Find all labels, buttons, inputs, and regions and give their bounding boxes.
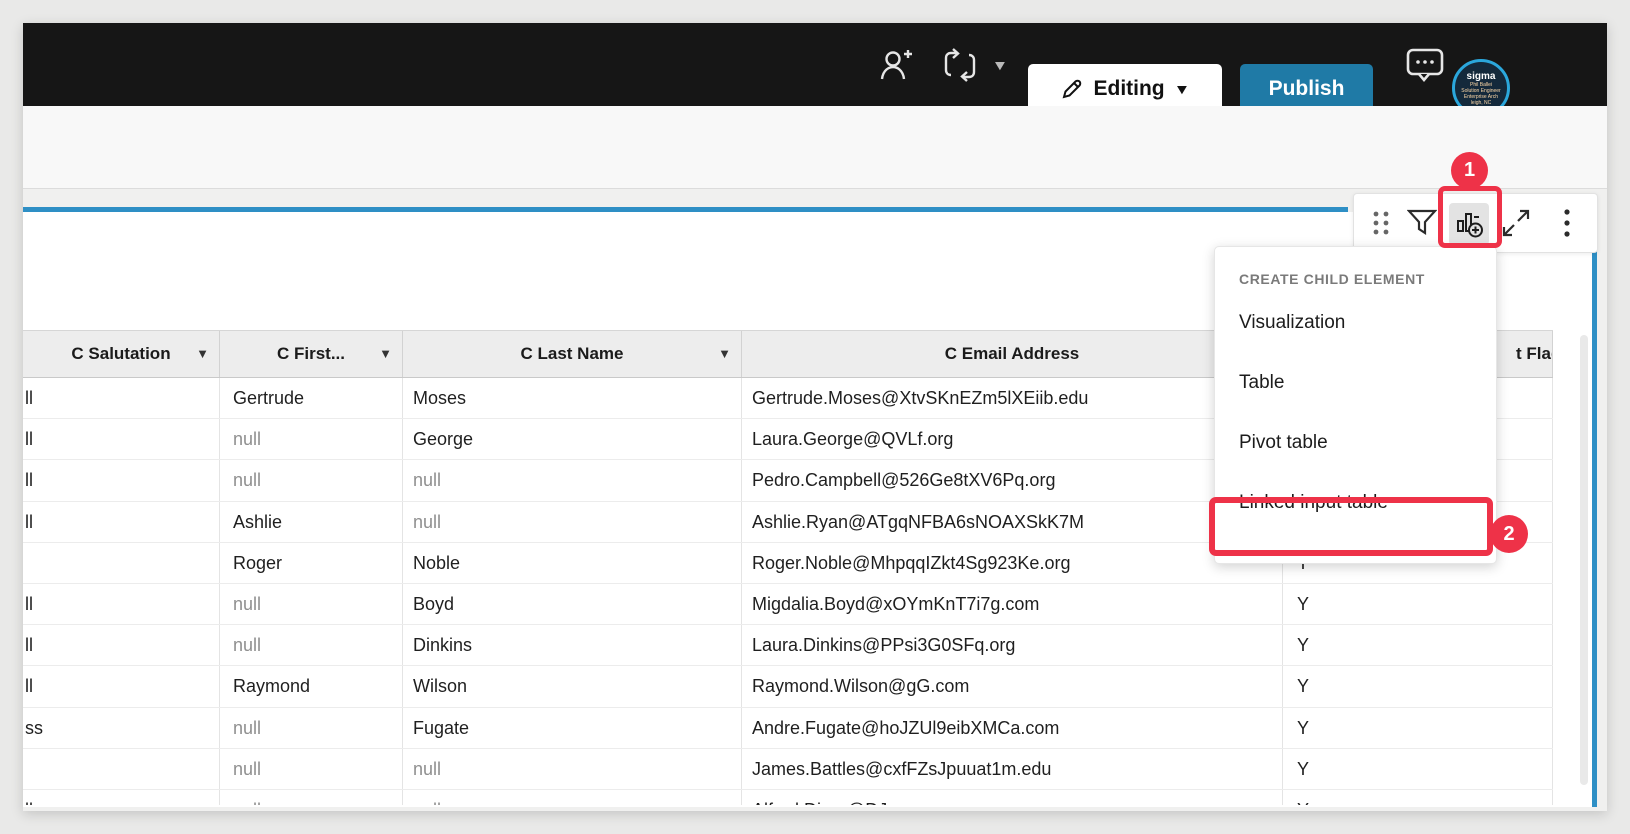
table-row: ssnullFugateAndre.Fugate@hoJZUl9eibXMCa.…: [23, 708, 1553, 749]
table-row: llnullBoydMigdalia.Boyd@xOYmKnT7i7g.comY: [23, 584, 1553, 625]
more-menu-icon[interactable]: [1547, 194, 1587, 252]
table-cell[interactable]: Y: [1283, 749, 1553, 789]
table-cell[interactable]: Laura.Dinkins@PPsi3G0SFq.org: [742, 625, 1283, 665]
table-cell[interactable]: ll: [23, 460, 220, 500]
table-cell[interactable]: Ashlie.Ryan@ATgqNFBA6sNOAXSkK7M: [742, 502, 1283, 542]
page-toolbar-strip: [23, 106, 1607, 189]
table-cell[interactable]: ll: [23, 790, 220, 805]
pencil-icon: [1061, 78, 1083, 100]
column-sort-caret-icon[interactable]: ▼: [379, 346, 392, 361]
refresh-schedule-icon[interactable]: [935, 23, 985, 106]
table-cell[interactable]: Y: [1283, 625, 1553, 665]
column-header-1[interactable]: C First... ▼: [220, 331, 403, 377]
create-child-element-menu: CREATE CHILD ELEMENT VisualizationTableP…: [1214, 246, 1497, 564]
table-cell[interactable]: George: [403, 419, 742, 459]
table-cell[interactable]: Y: [1283, 708, 1553, 748]
editing-label: Editing: [1093, 77, 1164, 101]
table-cell[interactable]: null: [220, 419, 403, 459]
table-cell[interactable]: Wilson: [403, 666, 742, 706]
table-cell[interactable]: Ashlie: [220, 502, 403, 542]
table-cell[interactable]: Raymond: [220, 666, 403, 706]
table-cell[interactable]: ll: [23, 419, 220, 459]
table-row: llRaymondWilsonRaymond.Wilson@gG.comY: [23, 666, 1553, 707]
column-sort-caret-icon[interactable]: ▼: [196, 346, 209, 361]
table-cell[interactable]: null: [220, 584, 403, 624]
table-row: llnullDinkinsLaura.Dinkins@PPsi3G0SFq.or…: [23, 625, 1553, 666]
table-cell[interactable]: null: [220, 708, 403, 748]
table-cell[interactable]: Noble: [403, 543, 742, 583]
column-header-label: C Email Address: [945, 344, 1079, 364]
top-bar: ▼ Editing ▼ Publish sigma Phi: [23, 23, 1607, 106]
table-cell[interactable]: Migdalia.Boyd@xOYmKnT7i7g.com: [742, 584, 1283, 624]
table-row: llnullnullAlfred.Diner@DJr.orgY: [23, 790, 1553, 805]
column-header-2[interactable]: C Last Name ▼: [403, 331, 742, 377]
column-header-label: C Last Name: [521, 344, 624, 364]
table-cell[interactable]: ll: [23, 666, 220, 706]
annotation-step-badge-1: 1: [1451, 152, 1488, 189]
menu-item-table[interactable]: Table: [1215, 353, 1496, 413]
table-cell[interactable]: ll: [23, 502, 220, 542]
table-cell[interactable]: Boyd: [403, 584, 742, 624]
table-cell[interactable]: ll: [23, 625, 220, 665]
menu-item-linked-input-table[interactable]: Linked input table: [1215, 473, 1496, 533]
maximize-icon[interactable]: [1496, 194, 1536, 252]
column-header-label: C Salutation: [71, 344, 170, 364]
drag-handle-icon[interactable]: [1364, 194, 1398, 252]
table-cell[interactable]: null: [403, 460, 742, 500]
column-header-label: t Flag: [1516, 344, 1553, 364]
comments-icon[interactable]: [1398, 23, 1452, 106]
table-cell[interactable]: James.Battles@cxfFZsJpuuat1m.edu: [742, 749, 1283, 789]
table-cell[interactable]: ll: [23, 378, 220, 418]
table-cell[interactable]: ll: [23, 584, 220, 624]
table-cell[interactable]: Y: [1283, 666, 1553, 706]
column-header-0[interactable]: C Salutation ▼: [23, 331, 220, 377]
column-header-3[interactable]: C Email Address: [742, 331, 1283, 377]
table-cell[interactable]: Y: [1283, 790, 1553, 805]
element-toolbar: [1353, 193, 1598, 253]
table-cell[interactable]: Gertrude: [220, 378, 403, 418]
table-cell[interactable]: Y: [1283, 584, 1553, 624]
table-cell[interactable]: null: [220, 790, 403, 805]
table-cell[interactable]: null: [403, 502, 742, 542]
refresh-dropdown-caret-icon[interactable]: ▼: [985, 23, 1015, 106]
add-collaborator-icon[interactable]: [871, 23, 921, 106]
annotation-step-badge-2: 2: [1490, 515, 1528, 553]
column-sort-caret-icon[interactable]: ▼: [718, 346, 731, 361]
create-child-element-icon[interactable]: [1449, 203, 1489, 245]
filter-icon[interactable]: [1402, 194, 1442, 252]
table-cell[interactable]: Laura.George@QVLf.org: [742, 419, 1283, 459]
element-selection-border-top: [23, 207, 1348, 212]
table-cell[interactable]: Roger: [220, 543, 403, 583]
table-cell[interactable]: null: [220, 625, 403, 665]
table-cell[interactable]: null: [403, 790, 742, 805]
menu-header: CREATE CHILD ELEMENT: [1215, 247, 1496, 293]
table-cell[interactable]: Alfred.Diner@DJr.org: [742, 790, 1283, 805]
column-header-label: C First...: [277, 344, 345, 364]
table-cell[interactable]: Moses: [403, 378, 742, 418]
table-cell[interactable]: [23, 543, 220, 583]
table-cell[interactable]: Fugate: [403, 708, 742, 748]
screenshot-stage: ▼ Editing ▼ Publish sigma Phi: [0, 0, 1630, 834]
table-cell[interactable]: Pedro.Campbell@526Ge8tXV6Pq.org: [742, 460, 1283, 500]
table-cell[interactable]: [23, 749, 220, 789]
table-cell[interactable]: Roger.Noble@MhpqqIZkt4Sg923Ke.org: [742, 543, 1283, 583]
table-cell[interactable]: null: [220, 749, 403, 789]
element-selection-border-right: [1592, 207, 1597, 807]
table-cell[interactable]: null: [220, 460, 403, 500]
table-cell[interactable]: Gertrude.Moses@XtvSKnEZm5lXEiib.edu: [742, 378, 1283, 418]
table-cell[interactable]: Raymond.Wilson@gG.com: [742, 666, 1283, 706]
menu-item-visualization[interactable]: Visualization: [1215, 293, 1496, 353]
table-cell[interactable]: null: [403, 749, 742, 789]
menu-item-pivot-table[interactable]: Pivot table: [1215, 413, 1496, 473]
table-cell[interactable]: ss: [23, 708, 220, 748]
table-row: nullnullJames.Battles@cxfFZsJpuuat1m.edu…: [23, 749, 1553, 790]
table-cell[interactable]: Andre.Fugate@hoJZUl9eibXMCa.com: [742, 708, 1283, 748]
editing-caret-icon: ▼: [1173, 81, 1190, 97]
table-cell[interactable]: Dinkins: [403, 625, 742, 665]
vertical-scrollbar[interactable]: [1580, 335, 1588, 785]
